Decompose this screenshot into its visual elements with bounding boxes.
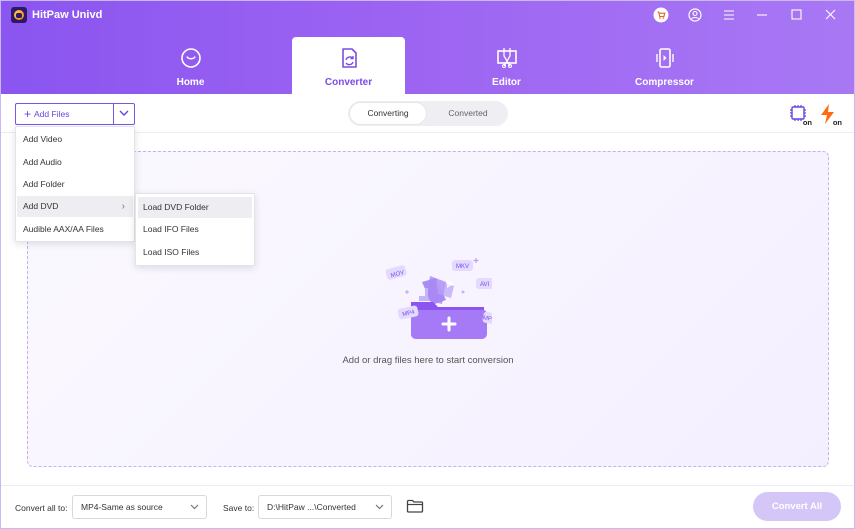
convert-all-to-label: Convert all to:: [15, 503, 68, 513]
tab-label: Home: [176, 77, 205, 88]
plus-icon: +: [24, 107, 32, 121]
menu-item-load-ifo-files[interactable]: Load IFO Files: [138, 219, 252, 240]
menu-item-audible[interactable]: Audible AAX/AA Files: [17, 219, 133, 240]
app-title: HitPaw Univd: [32, 9, 103, 21]
menu-item-add-dvd[interactable]: Add DVD ›: [17, 196, 133, 217]
hardware-acceleration-toggle[interactable]: on: [788, 103, 812, 127]
add-files-button[interactable]: + Add Files: [16, 104, 113, 124]
compressor-icon: [656, 48, 674, 68]
hamburger-icon[interactable]: [719, 5, 739, 25]
app-window: HitPaw Univd Home Converter Editor Compr…: [0, 0, 855, 529]
chevron-right-icon: ›: [121, 201, 125, 212]
tab-label: Editor: [492, 77, 521, 88]
add-files-menu: Add Video Add Audio Add Folder Add DVD ›…: [15, 126, 135, 242]
tab-label: Compressor: [635, 77, 694, 88]
tab-label: Converter: [324, 77, 373, 88]
tab-compressor[interactable]: Compressor: [608, 37, 721, 94]
tab-converted[interactable]: Converted: [430, 103, 506, 124]
user-icon[interactable]: [685, 5, 705, 25]
home-icon: [181, 48, 201, 68]
menu-item-load-dvd-folder[interactable]: Load DVD Folder: [138, 197, 252, 218]
save-to-label: Save to:: [223, 503, 255, 513]
menu-item-label: Add DVD: [23, 201, 59, 211]
menu-item-load-iso-files[interactable]: Load ISO Files: [138, 242, 252, 263]
add-dvd-submenu: Load DVD Folder Load IFO Files Load ISO …: [135, 193, 255, 266]
tab-converting[interactable]: Converting: [350, 103, 426, 124]
folder-icon: [406, 499, 424, 513]
save-path-select[interactable]: D:\HitPaw ...\Converted: [258, 495, 392, 519]
converter-icon: [342, 48, 357, 68]
convert-all-button[interactable]: Convert All: [753, 492, 841, 521]
open-folder-button[interactable]: [406, 498, 424, 516]
add-files-button-group: + Add Files: [15, 103, 135, 125]
menu-item-add-folder[interactable]: Add Folder: [17, 174, 133, 195]
output-format-select[interactable]: MP4-Same as source: [72, 495, 207, 519]
bottom-bar: Convert all to: MP4-Same as source Save …: [1, 485, 854, 528]
menu-item-add-audio[interactable]: Add Audio: [17, 152, 133, 173]
chevron-down-icon: [190, 504, 199, 510]
output-format-value: MP4-Same as source: [81, 502, 163, 512]
tab-editor[interactable]: Editor: [450, 37, 563, 94]
tab-converter[interactable]: Converter: [292, 37, 405, 94]
chevron-down-icon: [375, 504, 384, 510]
lightning-badge: on: [832, 118, 842, 127]
close-icon[interactable]: [820, 5, 840, 25]
app-logo-icon: [11, 7, 27, 23]
hardware-accel-badge: on: [802, 118, 812, 127]
add-files-label: Add Files: [34, 109, 70, 119]
save-path-value: D:\HitPaw ...\Converted: [267, 502, 356, 512]
maximize-icon[interactable]: [786, 5, 806, 25]
format-tag: MKV: [456, 264, 469, 270]
minimize-icon[interactable]: [752, 5, 772, 25]
format-tag: AVI: [480, 282, 490, 288]
chevron-down-icon: [119, 110, 129, 116]
tab-home[interactable]: Home: [134, 37, 247, 94]
high-speed-toggle[interactable]: on: [818, 103, 842, 127]
editor-icon: [497, 48, 517, 68]
add-files-illustration: MOV MKV AVI MP4 MP3: [385, 258, 492, 339]
menu-item-add-video[interactable]: Add Video: [17, 129, 133, 150]
add-files-dropdown-button[interactable]: [113, 104, 134, 124]
drop-zone-hint: Add or drag files here to start conversi…: [342, 355, 514, 366]
title-bar: HitPaw Univd Home Converter Editor Compr…: [1, 1, 854, 94]
status-segmented-control: Converting Converted: [348, 101, 508, 126]
cart-icon[interactable]: [651, 5, 671, 25]
